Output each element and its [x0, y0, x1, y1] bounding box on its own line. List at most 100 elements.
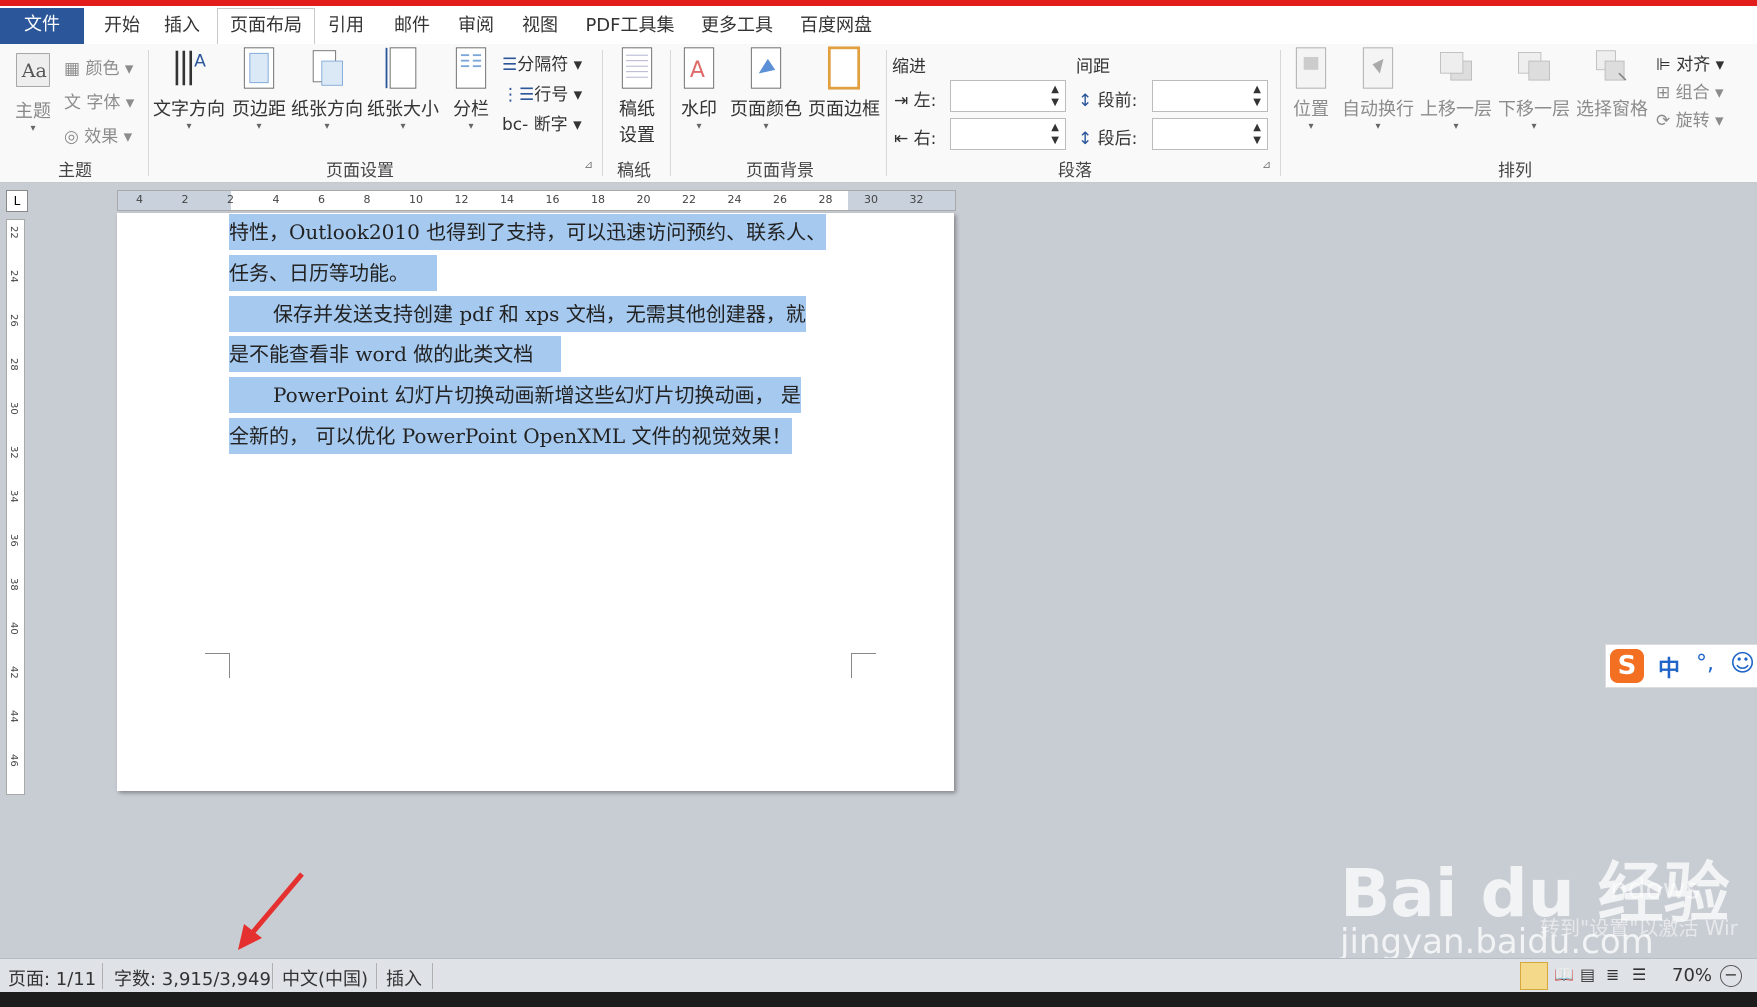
hyphenation-button[interactable]: bc- 断字 ▾	[502, 110, 582, 135]
tab-references[interactable]: 引用	[322, 9, 370, 43]
full-screen-reading-icon[interactable]: 📖	[1554, 965, 1574, 984]
breaks-button[interactable]: ☰分隔符 ▾	[502, 50, 582, 75]
tab-page-layout[interactable]: 页面布局	[217, 8, 315, 45]
page-borders-button[interactable]: 页面边框	[806, 46, 882, 121]
ribbon-tab-bar: 文件 开始 插入 页面布局 引用 邮件 审阅 视图 PDF工具集 更多工具 百度…	[0, 6, 1757, 45]
spin-down-icon[interactable]: ▼	[1051, 135, 1059, 147]
spin-up-icon[interactable]: ▲	[1253, 122, 1261, 134]
tab-more-tools[interactable]: 更多工具	[696, 9, 778, 43]
indent-right-input[interactable]: ▲ ▼	[950, 118, 1066, 150]
paragraph-launcher-icon[interactable]: ⊿	[1262, 158, 1271, 171]
orientation-button[interactable]: 纸张方向 ▾	[290, 46, 364, 132]
status-page-count[interactable]: 页面: 1/11	[8, 965, 96, 991]
indent-left-input[interactable]: ▲ ▼	[950, 80, 1066, 112]
chevron-down-icon: ▾	[468, 121, 474, 132]
margins-button[interactable]: 页边距 ▾	[228, 46, 290, 132]
status-language[interactable]: 中文(中国)	[282, 965, 368, 991]
spacing-before-label: ↕ 段前:	[1078, 86, 1137, 111]
paper-size-button[interactable]: 纸张大小 ▾	[366, 46, 440, 132]
draft-view-icon[interactable]: ☰	[1632, 965, 1646, 984]
ruler-tick-label: 4	[272, 193, 280, 206]
spin-up-icon[interactable]: ▲	[1253, 84, 1261, 96]
rotate-icon: ⟳	[1656, 111, 1676, 131]
spacing-after-input[interactable]: ▲ ▼	[1152, 118, 1268, 150]
spin-down-icon[interactable]: ▼	[1253, 97, 1261, 109]
text-line[interactable]: 任务、日历等功能。	[229, 255, 437, 291]
text-line[interactable]: 保存并发送支持创建 pdf 和 xps 文档，无需其他创建器，就	[229, 296, 806, 332]
tab-insert[interactable]: 插入	[158, 9, 206, 43]
print-layout-view-icon[interactable]	[1520, 962, 1548, 990]
tab-pdf-tools[interactable]: PDF工具集	[580, 9, 680, 43]
line-numbers-button[interactable]: ⋮☰行号 ▾	[502, 80, 582, 105]
themes-button[interactable]: Aa 主题 ▾	[8, 48, 58, 134]
svg-text:A: A	[194, 51, 206, 71]
tab-baidu-netdisk[interactable]: 百度网盘	[794, 9, 878, 43]
columns-button[interactable]: 分栏 ▾	[446, 46, 496, 132]
tab-home[interactable]: 开始	[96, 9, 148, 43]
zoom-out-icon[interactable]: −	[1720, 965, 1742, 987]
tab-view[interactable]: 视图	[516, 9, 564, 43]
page-setup-launcher-icon[interactable]: ⊿	[584, 158, 593, 171]
text-line[interactable]: PowerPoint 幻灯片切换动画新增这些幻灯片切换动画， 是	[229, 377, 801, 413]
text-line[interactable]: 是不能查看非 word 做的此类文档	[229, 336, 562, 372]
selection-pane-icon	[1596, 50, 1627, 81]
status-insert-mode[interactable]: 插入	[386, 965, 422, 991]
effects-label: 效果	[84, 127, 119, 147]
position-button[interactable]: 位置 ▾	[1284, 46, 1338, 132]
ruler-tick-label: 28	[818, 193, 833, 206]
group-label-page-background: 页面背景	[746, 161, 814, 181]
group-separator	[602, 50, 603, 176]
page-color-button[interactable]: 页面颜色 ▾	[728, 46, 804, 132]
spin-up-icon[interactable]: ▲	[1051, 122, 1059, 134]
paper-size-icon	[385, 47, 417, 89]
chevron-down-icon: ▾	[1308, 121, 1314, 132]
ruler-tick-label: 38	[8, 578, 19, 591]
spin-down-icon[interactable]: ▼	[1253, 135, 1261, 147]
manuscript-setup-button[interactable]: 稿纸 设置	[608, 46, 666, 147]
status-word-count[interactable]: 字数: 3,915/3,949	[114, 965, 271, 991]
theme-colors-button[interactable]: ▦ 颜色 ▾	[64, 54, 133, 79]
theme-effects-button[interactable]: ◎ 效果 ▾	[64, 122, 132, 147]
tab-mailings[interactable]: 邮件	[388, 9, 436, 43]
group-separator	[670, 50, 671, 176]
group-objects-button[interactable]: ⊞ 组合 ▾	[1656, 78, 1724, 103]
text-line[interactable]: 特性，Outlook2010 也得到了支持，可以迅速访问预约、联系人、	[229, 214, 827, 250]
bring-forward-button[interactable]: 上移一层 ▾	[1418, 46, 1494, 132]
selection-pane-button[interactable]: 选择窗格	[1574, 46, 1650, 121]
ime-language[interactable]: 中	[1658, 651, 1680, 683]
hyphenation-label: 断字	[533, 115, 568, 135]
rotate-button[interactable]: ⟳ 旋转 ▾	[1656, 106, 1724, 131]
vertical-ruler[interactable]: 22 24 26 28 30 32 34 36 38 40 42 44 46	[6, 219, 25, 795]
text-line[interactable]: 全新的， 可以优化 PowerPoint OpenXML 文件的视觉效果！	[229, 418, 792, 454]
spacing-after-text: 段后:	[1097, 129, 1138, 149]
align-button[interactable]: ⊫ 对齐 ▾	[1656, 50, 1724, 75]
web-layout-icon[interactable]: ▤	[1580, 965, 1595, 984]
text-direction-button[interactable]: A 文字方向 ▾	[152, 46, 226, 132]
ime-punctuation[interactable]: °,	[1696, 651, 1714, 676]
send-backward-button[interactable]: 下移一层 ▾	[1496, 46, 1572, 132]
taskbar	[0, 992, 1757, 1007]
wrap-text-button[interactable]: 自动换行 ▾	[1340, 46, 1416, 132]
selected-text: PowerPoint 幻灯片切换动画新增这些幻灯片切换动画， 是	[273, 377, 801, 413]
theme-fonts-button[interactable]: 文 字体 ▾	[64, 88, 134, 113]
status-divider	[102, 963, 103, 989]
indent-left-icon: ⇥	[894, 91, 914, 111]
zoom-level[interactable]: 70%	[1672, 965, 1712, 986]
ime-emoji-icon[interactable]: ☺	[1730, 649, 1755, 677]
tab-selector[interactable]: L	[6, 190, 28, 212]
spacing-before-icon: ↕	[1078, 91, 1098, 111]
ribbon: Aa 主题 ▾ ▦ 颜色 ▾ 文 字体 ▾ ◎ 效果 ▾ 主题 A 文字方向 ▾…	[0, 44, 1757, 183]
themes-icon: Aa	[16, 53, 50, 87]
horizontal-ruler[interactable]: 4 2 2 4 6 8 10 12 14 16 18 20 22 24 26 28 30 32	[117, 190, 956, 211]
watermark-button[interactable]: A 水印 ▾	[674, 46, 724, 132]
spin-up-icon[interactable]: ▲	[1051, 84, 1059, 96]
spacing-before-input[interactable]: ▲ ▼	[1152, 80, 1268, 112]
spin-down-icon[interactable]: ▼	[1051, 97, 1059, 109]
tab-file[interactable]: 文件	[0, 8, 84, 44]
indent-right-icon: ⇤	[894, 129, 914, 149]
ime-toolbar[interactable]: S 中 °, ☺	[1605, 644, 1757, 688]
outline-view-icon[interactable]: ≣	[1606, 965, 1619, 984]
group-label-themes: 主题	[58, 161, 92, 181]
selection-pane-label: 选择窗格	[1576, 99, 1648, 120]
tab-review[interactable]: 审阅	[452, 9, 500, 43]
